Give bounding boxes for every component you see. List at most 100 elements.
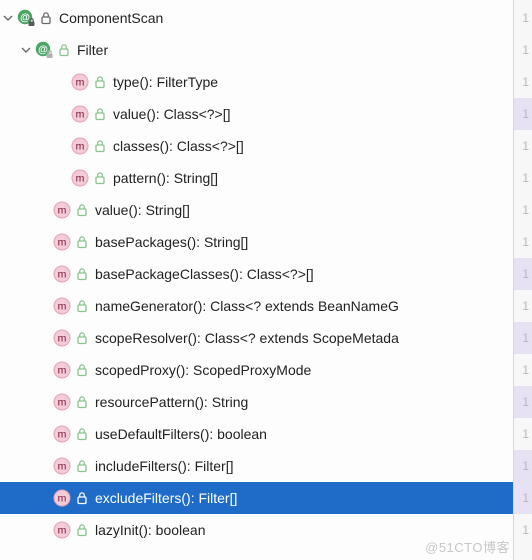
svg-text:m: m <box>76 77 85 89</box>
gutter-slot: 1 <box>514 194 532 226</box>
gutter-slot: 1 <box>514 514 532 546</box>
tree-node-label: pattern(): String[] <box>112 170 218 186</box>
gutter-slot: 1 <box>514 162 532 194</box>
tree-row[interactable]: m useDefaultFilters(): boolean <box>0 418 532 450</box>
gutter-slot: 1 <box>514 482 532 514</box>
tree-row[interactable]: @ Filter <box>0 34 532 66</box>
tree-row[interactable]: m includeFilters(): Filter[] <box>0 450 532 482</box>
tree-row[interactable]: m value(): Class<?>[] <box>0 98 532 130</box>
lock-icon <box>92 171 108 185</box>
lock-icon <box>38 11 54 25</box>
method-icon: m <box>52 232 72 252</box>
tree-row[interactable]: m basePackageClasses(): Class<?>[] <box>0 258 532 290</box>
gutter-slot: 1 <box>514 34 532 66</box>
tree-node-label: useDefaultFilters(): boolean <box>94 426 267 442</box>
lock-icon <box>92 107 108 121</box>
tree-row[interactable]: m classes(): Class<?>[] <box>0 130 532 162</box>
lock-icon <box>92 75 108 89</box>
lock-icon <box>74 427 90 441</box>
svg-text:m: m <box>58 269 67 281</box>
lock-icon <box>74 363 90 377</box>
tree-node-label: resourcePattern(): String <box>94 394 248 410</box>
svg-text:m: m <box>58 237 67 249</box>
watermark: @51CTO博客 <box>425 537 510 556</box>
tree-node-label: excludeFilters(): Filter[] <box>94 490 237 506</box>
lock-icon <box>74 267 90 281</box>
lock-icon <box>92 139 108 153</box>
tree-node-label: Filter <box>76 42 108 58</box>
method-icon: m <box>70 168 90 188</box>
tree-row[interactable]: @ ComponentScan <box>0 2 532 34</box>
tree-node-label: basePackageClasses(): Class<?>[] <box>94 266 314 282</box>
gutter-slot: 1 <box>514 290 532 322</box>
tree-node-label: includeFilters(): Filter[] <box>94 458 233 474</box>
method-icon: m <box>70 136 90 156</box>
tree-node-label: classes(): Class<?>[] <box>112 138 244 154</box>
method-icon: m <box>52 328 72 348</box>
gutter-slot: 1 <box>514 450 532 482</box>
tree-row[interactable]: mbasePackages(): String[] <box>0 226 532 258</box>
gutter-slot: 1 <box>514 418 532 450</box>
gutter-slot: 1 <box>514 130 532 162</box>
lock-icon <box>74 491 90 505</box>
svg-text:m: m <box>58 525 67 537</box>
gutter-slot: 1 <box>514 258 532 290</box>
method-icon: m <box>52 264 72 284</box>
lock-icon <box>74 299 90 313</box>
tree-node-label: scopeResolver(): Class<? extends ScopeMe… <box>94 330 399 346</box>
tree-node-label: scopedProxy(): ScopedProxyMode <box>94 362 311 378</box>
annotation-icon: @ <box>34 40 54 60</box>
svg-text:m: m <box>58 493 67 505</box>
tree-row[interactable]: m value(): String[] <box>0 194 532 226</box>
gutter-slot: 1 <box>514 66 532 98</box>
tree-row[interactable]: m pattern(): String[] <box>0 162 532 194</box>
svg-text:m: m <box>58 397 67 409</box>
svg-text:m: m <box>58 333 67 345</box>
lock-icon <box>74 203 90 217</box>
tree-row[interactable]: mnameGenerator(): Class<? extends BeanNa… <box>0 290 532 322</box>
tree-node-label: ComponentScan <box>58 10 163 26</box>
gutter-slot: 1 <box>514 322 532 354</box>
svg-text:m: m <box>76 109 85 121</box>
lock-icon <box>74 395 90 409</box>
gutter-slot: 1 <box>514 386 532 418</box>
tree-row[interactable]: m resourcePattern(): String <box>0 386 532 418</box>
svg-text:m: m <box>76 173 85 185</box>
method-icon: m <box>52 392 72 412</box>
lock-icon <box>74 459 90 473</box>
caret-down-icon[interactable] <box>18 45 34 55</box>
right-gutter: 11111111111111111 <box>513 0 532 560</box>
gutter-slot: 1 <box>514 98 532 130</box>
method-icon: m <box>52 200 72 220</box>
svg-text:m: m <box>58 301 67 313</box>
svg-text:@: @ <box>20 13 30 24</box>
gutter-slot: 1 <box>514 354 532 386</box>
tree-row[interactable]: m excludeFilters(): Filter[] <box>0 482 532 514</box>
gutter-slot: 1 <box>514 226 532 258</box>
annotation-icon: @ <box>16 8 36 28</box>
tree-row[interactable]: m scopedProxy(): ScopedProxyMode <box>0 354 532 386</box>
caret-down-icon[interactable] <box>0 13 16 23</box>
svg-text:m: m <box>76 141 85 153</box>
svg-text:m: m <box>58 461 67 473</box>
lock-icon <box>56 43 72 57</box>
structure-tree[interactable]: @ComponentScan@Filtermtype(): FilterType… <box>0 0 532 546</box>
svg-text:m: m <box>58 429 67 441</box>
method-icon: m <box>52 488 72 508</box>
tree-node-label: type(): FilterType <box>112 74 218 90</box>
lock-icon <box>74 235 90 249</box>
tree-node-label: value(): String[] <box>94 202 190 218</box>
method-icon: m <box>70 72 90 92</box>
method-icon: m <box>52 424 72 444</box>
method-icon: m <box>52 456 72 476</box>
method-icon: m <box>52 360 72 380</box>
method-icon: m <box>52 520 72 540</box>
svg-text:m: m <box>58 205 67 217</box>
tree-node-label: lazyInit(): boolean <box>94 522 206 538</box>
tree-node-label: value(): Class<?>[] <box>112 106 231 122</box>
tree-row[interactable]: m type(): FilterType <box>0 66 532 98</box>
lock-icon <box>74 331 90 345</box>
lock-icon <box>74 523 90 537</box>
tree-row[interactable]: m scopeResolver(): Class<? extends ScopeM… <box>0 322 532 354</box>
svg-text:m: m <box>58 365 67 377</box>
